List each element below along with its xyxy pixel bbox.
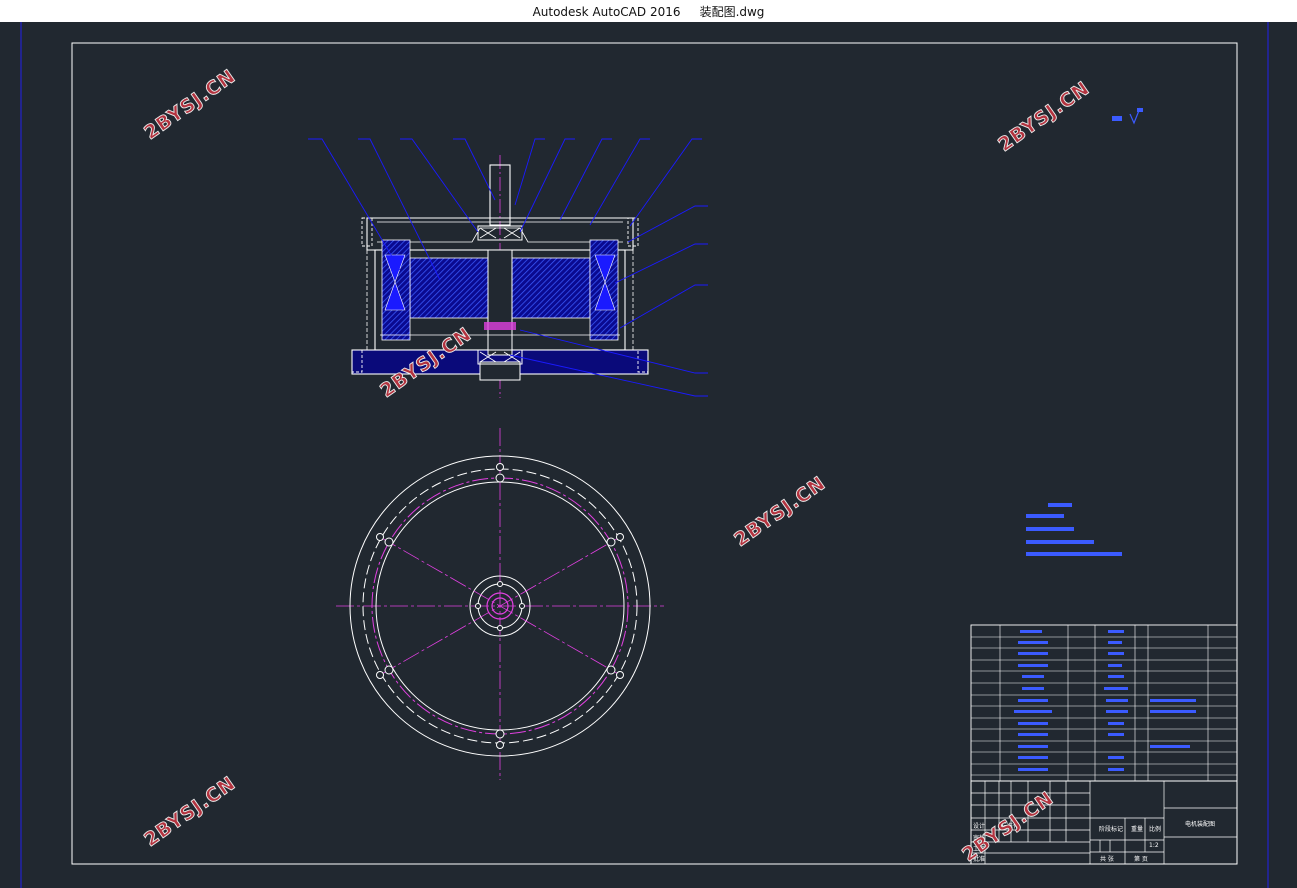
weight-label: 重量: [1131, 825, 1143, 833]
rotor-left: [409, 257, 491, 319]
parts-list: [970, 624, 1238, 782]
file-name: 装配图.dwg: [699, 5, 765, 19]
watermark-text: 2BYSJ.CN: [730, 472, 830, 551]
watermark-text: 2BYSJ.CN: [994, 77, 1094, 156]
app-name: Autodesk AutoCAD 2016: [532, 5, 681, 19]
drawing-svg: 阶段标记 重量 比例 1:2 共 张 第 页 电机装配图 设计 标准化 审核 工…: [20, 22, 1269, 888]
parts-list-text-marks: [1014, 630, 1196, 771]
plan-view: [336, 428, 664, 780]
scale-label: 比例: [1149, 825, 1161, 833]
section-view: [308, 138, 708, 398]
drawing-name: 电机装配图: [1185, 820, 1215, 828]
watermark-text: 2BYSJ.CN: [140, 65, 240, 144]
total-sheets-label: 共 张: [1100, 855, 1114, 863]
rotor-right: [509, 257, 591, 319]
window-title: Autodesk AutoCAD 2016 装配图.dwg: [0, 3, 1297, 20]
scale-value: 1:2: [1149, 842, 1159, 849]
technical-requirements: [1026, 503, 1122, 556]
title-bar: Autodesk AutoCAD 2016 装配图.dwg: [0, 0, 1297, 22]
sheet-no-label: 第 页: [1134, 855, 1148, 863]
watermarks: 2BYSJ.CN 2BYSJ.CN 2BYSJ.CN 2BYSJ.CN 2BYS…: [140, 65, 1095, 867]
drawing-canvas[interactable]: 阶段标记 重量 比例 1:2 共 张 第 页 电机装配图 设计 标准化 审核 工…: [0, 22, 1297, 888]
design-label: 设计: [973, 822, 985, 830]
roughness-symbol: [1112, 107, 1143, 125]
watermark-text: 2BYSJ.CN: [140, 772, 240, 851]
stage-marker-label: 阶段标记: [1099, 825, 1123, 833]
